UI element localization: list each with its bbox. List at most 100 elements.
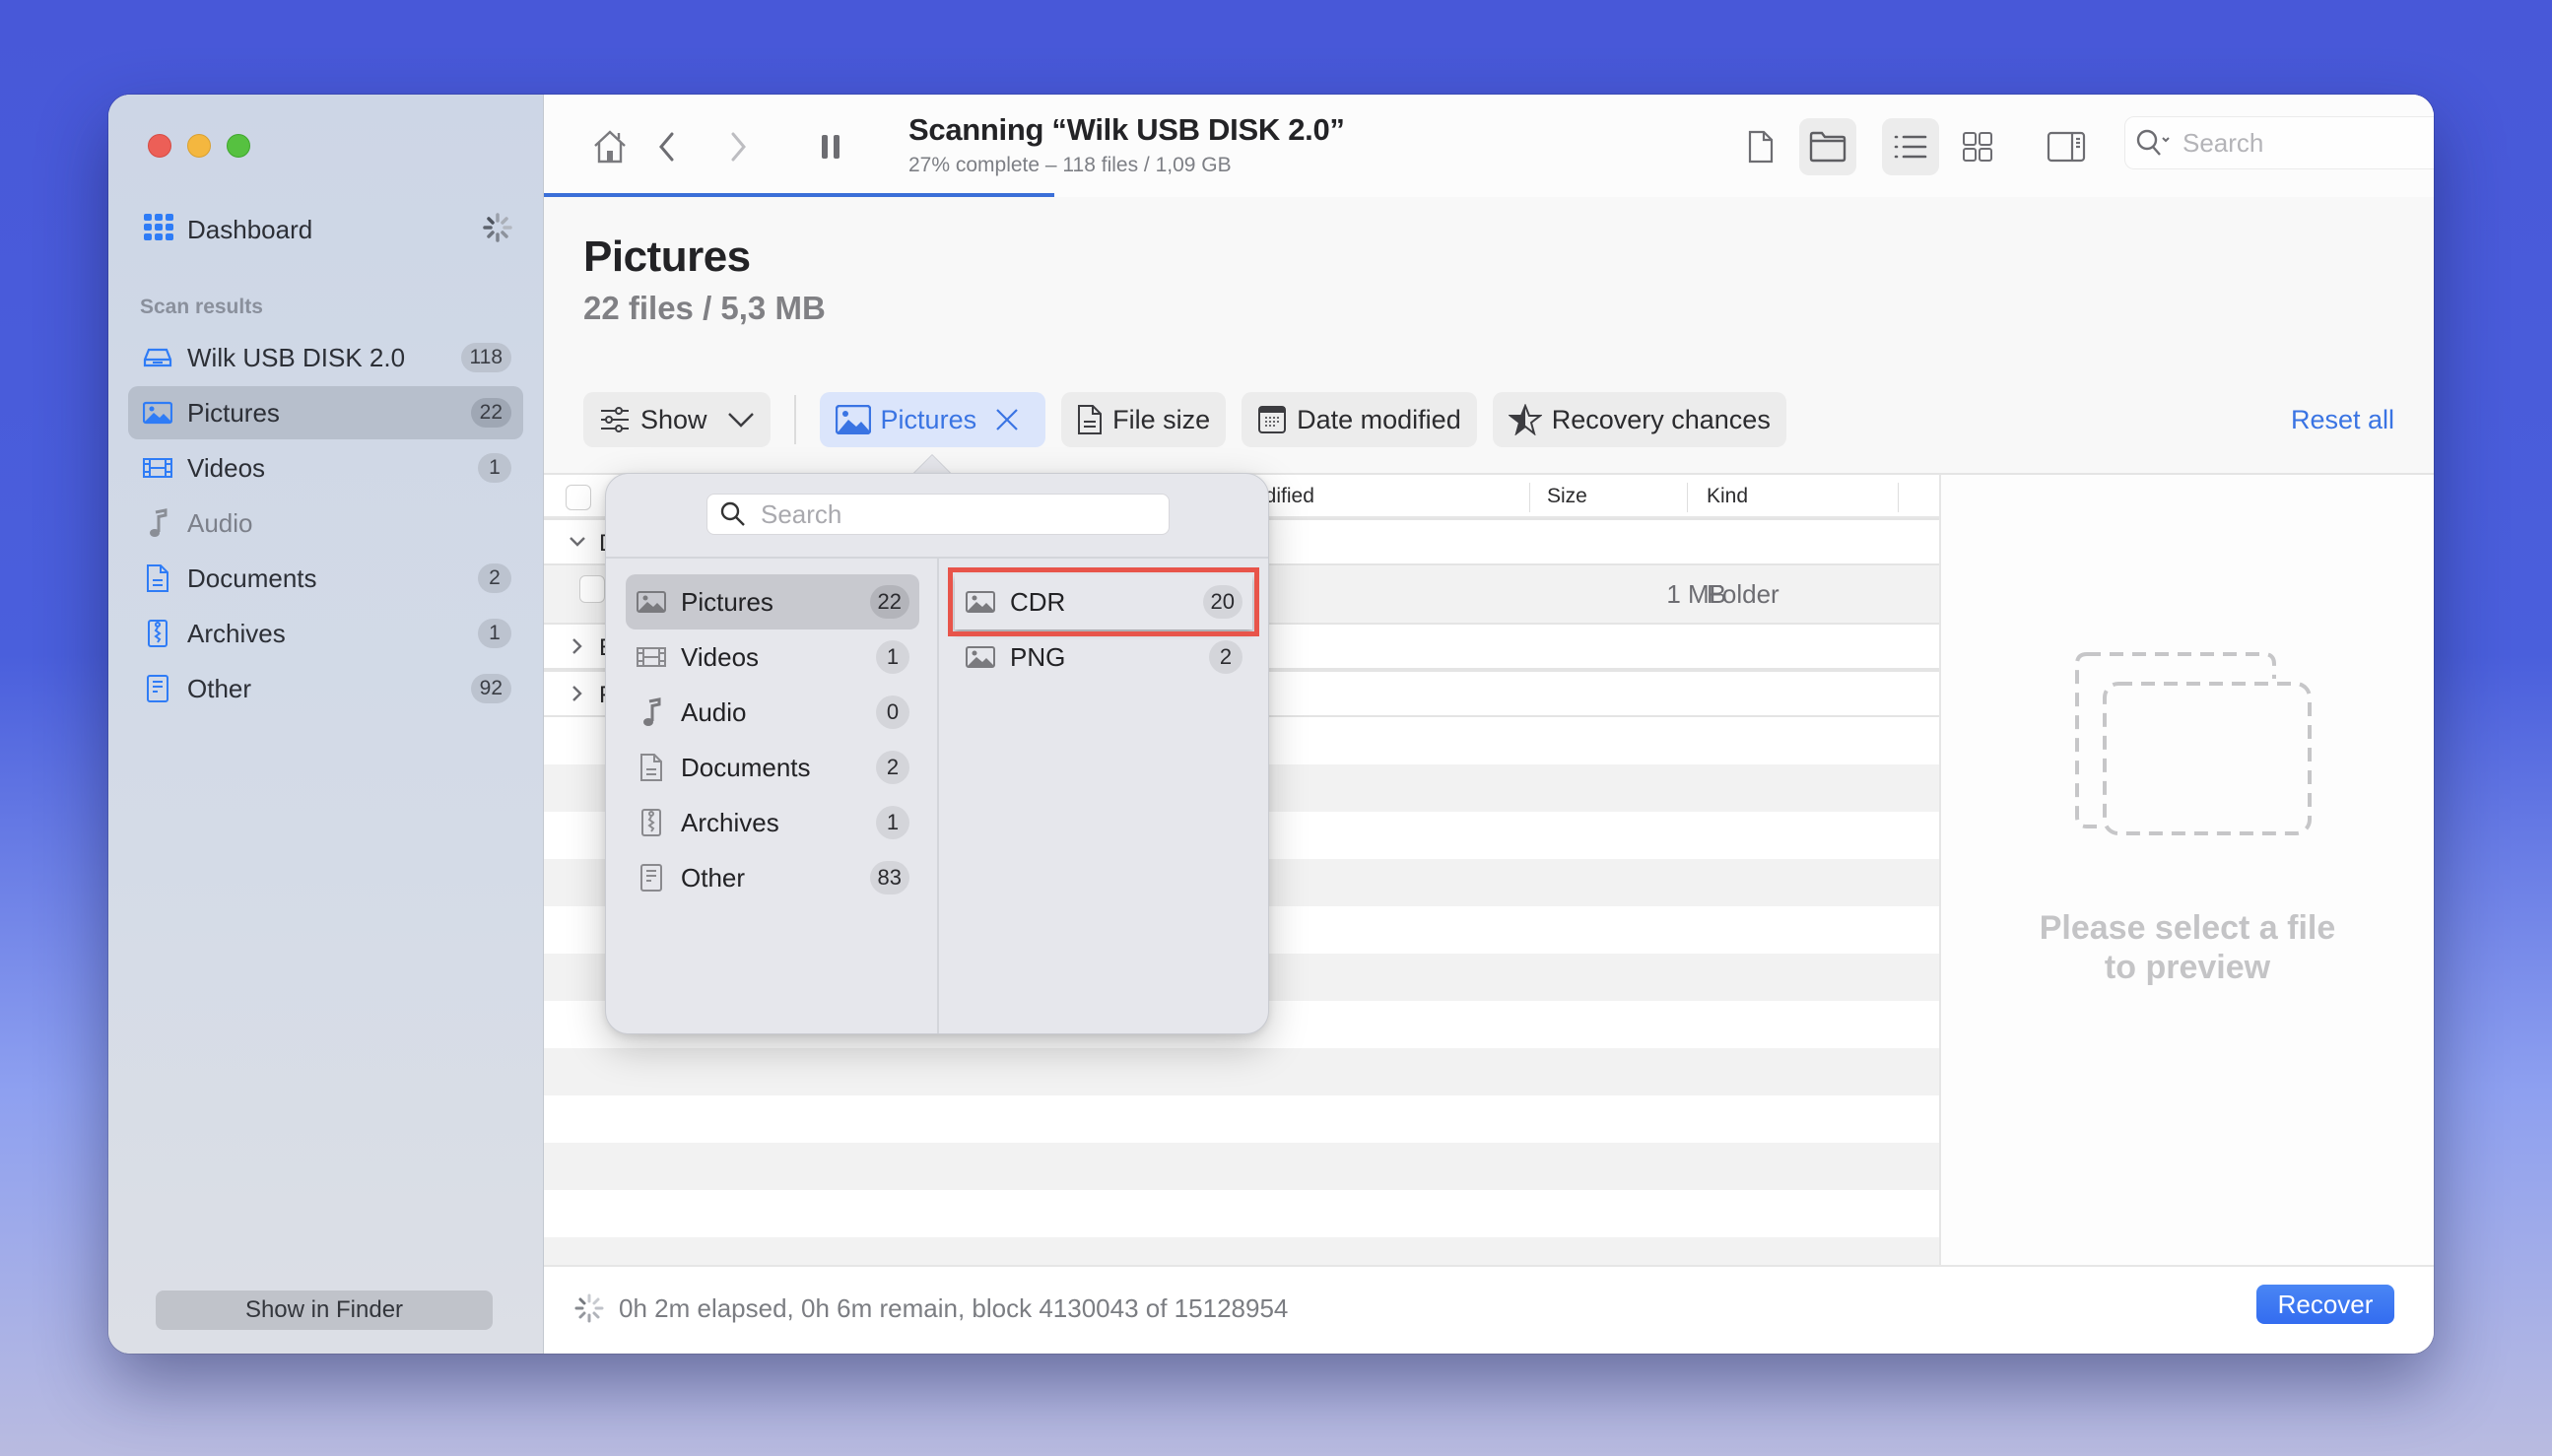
popover-arrow [912,455,952,475]
category-label: Audio [681,696,747,727]
sidebar-item-usb-disk[interactable]: Wilk USB DISK 2.0 118 [128,331,523,384]
count-badge: 1 [876,806,909,839]
chevron-left-icon [659,132,674,162]
chevron-right-icon[interactable] [568,636,587,656]
sidebar-item-audio[interactable]: Audio [128,496,523,550]
sliders-icon [601,407,629,432]
minimize-window-button[interactable] [187,134,211,158]
count-badge: 22 [869,585,909,619]
row-kind: Folder [1707,579,1780,609]
close-window-button[interactable] [148,134,171,158]
count-badge: 1 [478,453,511,483]
subtype-png[interactable]: PNG 2 [955,629,1252,685]
category-audio[interactable]: Audio 0 [626,685,919,740]
scan-progress-text: 27% complete – 118 files / 1,09 GB [908,154,1232,176]
category-videos[interactable]: Videos 1 [626,629,919,685]
file-view-button[interactable] [1732,118,1789,175]
document-icon [636,753,667,782]
file-size-label: File size [1112,404,1211,434]
toggle-preview-panel-button[interactable] [2038,118,2095,175]
drive-icon [142,342,173,373]
sidebar-item-label: Audio [187,507,253,538]
category-pictures[interactable]: Pictures 22 [626,574,919,629]
empty-table-row [544,1048,1939,1095]
column-divider[interactable] [1687,483,1688,512]
star-half-icon [1508,404,1542,435]
count-badge: 83 [869,861,909,894]
show-filter-button[interactable]: Show [583,392,771,447]
archive-icon [142,618,173,649]
filter-divider [793,395,796,444]
sidebar-item-dashboard[interactable]: Dashboard [144,205,513,254]
subtype-cdr[interactable]: CDR 20 [948,567,1259,636]
chevron-down-icon[interactable] [568,532,587,552]
sidebar-item-archives[interactable]: Archives 1 [128,607,523,660]
search-icon [2136,129,2170,156]
sidebar-item-label: Documents [187,563,317,593]
count-badge: 22 [470,398,511,428]
popover-column-divider [937,559,939,1033]
category-label: Other [681,862,746,893]
popover-search-input[interactable]: Search [706,494,1170,535]
reset-all-link[interactable]: Reset all [2291,405,2394,435]
file-icon [1748,130,1774,164]
pause-scan-button[interactable] [802,118,859,175]
sidebar-item-label: Videos [187,452,266,483]
show-in-finder-button[interactable]: Show in Finder [156,1291,493,1330]
preview-empty-line1: Please select a file [2039,909,2336,947]
recovery-chances-filter-button[interactable]: Recovery chances [1492,392,1786,447]
forward-button[interactable] [709,118,767,175]
subtype-list: CDR 20 PNG 2 [948,567,1259,685]
sidebar-item-label: Other [187,673,252,703]
date-modified-filter-button[interactable]: Date modified [1242,392,1477,447]
sidebar-item-videos[interactable]: Videos 1 [128,441,523,495]
chevron-right-icon[interactable] [568,684,587,703]
list-view-button[interactable] [1882,118,1939,175]
sidebar-item-other[interactable]: Other 92 [128,662,523,715]
grid-view-button[interactable] [1949,118,2006,175]
music-note-icon [142,507,173,539]
column-kind[interactable]: Kind [1707,485,1748,508]
archive-icon [636,808,667,837]
other-file-icon [142,673,173,704]
page-title: Pictures [583,232,751,281]
count-badge: 20 [1202,585,1242,619]
empty-table-row [544,1190,1939,1237]
column-divider[interactable] [1529,483,1530,512]
music-note-icon [636,697,667,727]
preview-empty-message: Please select a file to preview [1941,908,2434,987]
count-badge: 2 [478,563,511,593]
category-archives[interactable]: Archives 1 [626,795,919,850]
remove-filter-icon[interactable] [994,407,1020,432]
grid-icon [1963,132,1992,162]
scan-results-heading: Scan results [140,296,263,318]
home-button[interactable] [581,118,638,175]
column-size[interactable]: Size [1547,485,1587,508]
file-size-filter-button[interactable]: File size [1061,392,1227,447]
category-other[interactable]: Other 83 [626,850,919,905]
window-controls [148,134,250,158]
category-label: Archives [681,807,779,837]
sidebar-item-documents[interactable]: Documents 2 [128,552,523,605]
select-all-checkbox[interactable] [566,485,591,510]
column-divider[interactable] [1898,483,1899,512]
show-filter-label: Show [640,404,707,434]
film-icon [636,645,667,669]
row-checkbox[interactable] [579,575,605,603]
pictures-filter-label: Pictures [880,404,977,434]
folder-view-button[interactable] [1799,118,1856,175]
count-badge: 118 [460,343,511,372]
back-button[interactable] [638,118,696,175]
maximize-window-button[interactable] [227,134,250,158]
search-input[interactable]: Search [2124,116,2434,169]
scan-status: 0h 2m elapsed, 0h 6m remain, block 41300… [573,1292,1288,1324]
scan-title: Scanning “Wilk USB DISK 2.0” [908,112,1345,147]
sidebar-item-pictures[interactable]: Pictures 22 [128,386,523,439]
category-documents[interactable]: Documents 2 [626,740,919,795]
category-list: Pictures 22 Videos 1 Audio 0 Documents 2… [626,574,919,905]
pictures-filter-chip[interactable]: Pictures [819,392,1046,447]
date-modified-label: Date modified [1297,404,1461,434]
empty-table-row [544,1095,1939,1143]
sidebar-item-label: Wilk USB DISK 2.0 [187,342,406,372]
recover-button[interactable]: Recover [2256,1285,2394,1324]
